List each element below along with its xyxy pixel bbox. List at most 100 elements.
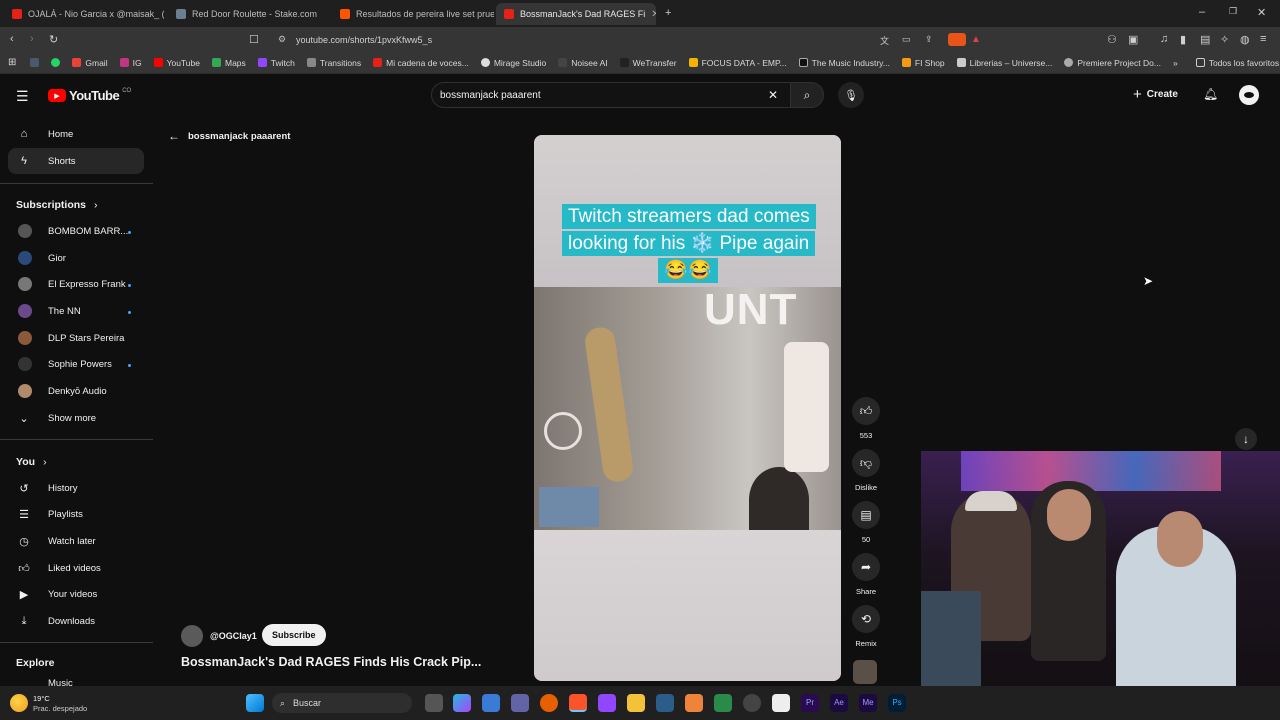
arrow-left-icon[interactable]: ← xyxy=(168,129,180,143)
bookmark-whatsapp[interactable] xyxy=(51,58,61,67)
subscribe-button[interactable]: Subscribe xyxy=(262,624,326,646)
leo-ai-icon[interactable]: ✧ xyxy=(1220,33,1229,46)
bookmark-maps[interactable]: Maps xyxy=(211,58,246,68)
remix-button[interactable]: ⟲ Remix xyxy=(851,605,881,648)
bookmark-transitions[interactable]: Transitions xyxy=(306,58,361,68)
channel-avatar[interactable] xyxy=(181,625,203,647)
bookmark-voces[interactable]: Mi cadena de voces... xyxy=(373,58,469,68)
bookmark-fishop[interactable]: FI Shop xyxy=(901,58,945,68)
channel-name[interactable]: @OGClay1 xyxy=(210,631,257,641)
create-button[interactable]: + Create xyxy=(1133,86,1178,103)
brave-shield-icon[interactable] xyxy=(948,33,966,46)
windows-start-icon[interactable] xyxy=(246,694,264,712)
share-button[interactable]: ➦ Share xyxy=(851,553,881,596)
minimize-icon[interactable]: – xyxy=(1199,6,1205,18)
extensions-icon[interactable]: ⚇ xyxy=(1107,33,1117,46)
new-tab-icon[interactable]: + xyxy=(665,7,671,19)
tab-active-short[interactable]: BossmanJack's Dad RAGES Fi ✕ xyxy=(496,3,656,25)
media-icon[interactable]: ▣ xyxy=(1128,33,1138,46)
bookmark-focus[interactable]: FOCUS DATA - EMP... xyxy=(688,58,787,68)
sidebar-item-playlists[interactable]: ☰ Playlists xyxy=(8,501,144,527)
hamburger-menu-icon[interactable]: ☰ xyxy=(16,88,29,105)
media-encoder-icon[interactable]: Me xyxy=(859,694,877,712)
sidebar-item-shorts[interactable]: ϟ Shorts xyxy=(8,148,144,174)
avatar[interactable] xyxy=(1239,85,1259,105)
close-window-icon[interactable]: ✕ xyxy=(1257,6,1266,19)
sidebar-item-music[interactable]: Music xyxy=(8,674,144,686)
comments-button[interactable]: ▤ 50 xyxy=(851,501,881,544)
sidebar-sub-denkyo[interactable]: Denkyō Audio xyxy=(8,378,144,404)
vpn-icon[interactable]: ◍ xyxy=(1240,33,1250,46)
capcut-icon[interactable] xyxy=(772,694,790,712)
all-bookmarks[interactable]: Todos los favoritos xyxy=(1195,58,1279,68)
music-icon[interactable]: ♫ xyxy=(1160,33,1168,45)
teams-icon[interactable] xyxy=(511,694,529,712)
copilot-icon[interactable] xyxy=(453,694,471,712)
apps-grid-icon[interactable]: ⊞ xyxy=(8,57,16,68)
twitch-taskbar-icon[interactable] xyxy=(598,694,616,712)
short-title[interactable]: BossmanJack's Dad RAGES Finds His Crack … xyxy=(181,655,481,669)
next-short-button[interactable]: ↓ xyxy=(1235,428,1257,450)
taskbar-search[interactable]: ⌕ Buscar xyxy=(272,693,412,713)
bookmark-ig[interactable]: IG xyxy=(119,58,142,68)
bookmark-wetransfer[interactable]: WeTransfer xyxy=(619,58,677,68)
bookmark-music-industry[interactable]: The Music Industry... xyxy=(798,58,890,68)
sidebar-item-home[interactable]: ⌂ Home xyxy=(8,121,144,147)
show-more-button[interactable]: ⌄ Show more xyxy=(8,405,144,431)
bookmark-librerias[interactable]: Librerias – Universe... xyxy=(956,58,1052,68)
subscriptions-heading[interactable]: Subscriptions › xyxy=(16,199,98,211)
app-icon[interactable] xyxy=(714,694,732,712)
store-icon[interactable] xyxy=(482,694,500,712)
bookmark-gmail[interactable]: Gmail xyxy=(72,58,108,68)
notifications-bell-icon[interactable]: 🔔︎ xyxy=(1203,87,1218,101)
more-bookmarks-chevron-icon[interactable]: » xyxy=(1173,58,1178,68)
task-view-icon[interactable] xyxy=(425,694,443,712)
back-nav-icon[interactable]: ‹ xyxy=(10,33,14,45)
app-icon[interactable] xyxy=(685,694,703,712)
site-settings-icon[interactable]: ⚙ xyxy=(278,34,286,45)
sidebar-sub-sophie[interactable]: Sophie Powers xyxy=(8,351,144,377)
firefox-icon[interactable] xyxy=(540,694,558,712)
bookmark-page-icon[interactable]: ☐ xyxy=(249,33,259,46)
bookmark-mirage[interactable]: Mirage Studio xyxy=(480,58,546,68)
bookmark-noisee[interactable]: Noisee AI xyxy=(558,58,608,68)
short-video-player[interactable]: UNT Twitch streamers dad comes looking f… xyxy=(534,135,841,681)
share-page-icon[interactable]: ⇪ xyxy=(925,34,933,45)
close-tab-icon[interactable]: ✕ xyxy=(651,9,656,20)
clear-search-icon[interactable]: ✕ xyxy=(768,88,778,102)
premiere-icon[interactable]: Pr xyxy=(801,694,819,712)
like-button[interactable]: 👍︎ 553 xyxy=(851,397,881,440)
sidebar-sub-dlp[interactable]: DLP Stars Pereira xyxy=(8,325,144,351)
bookmark-premiere[interactable]: Premiere Project Do... xyxy=(1064,58,1161,68)
forward-nav-icon[interactable]: › xyxy=(30,33,34,45)
bookmark-stake[interactable] xyxy=(30,58,40,67)
dislike-button[interactable]: 👎︎ Dislike xyxy=(851,449,881,492)
tab-soundcloud[interactable]: Resultados de pereira live set prueba xyxy=(332,3,494,25)
search-box[interactable]: bossmanjack paaarent ✕ xyxy=(431,82,791,108)
maximize-icon[interactable]: ❐ xyxy=(1229,6,1237,17)
sidebar-item-watch-later[interactable]: ◷ Watch later xyxy=(8,528,144,554)
sidebar-item-your-videos[interactable]: ▶ Your videos xyxy=(8,581,144,607)
translate-icon[interactable]: 文 xyxy=(880,34,889,47)
app-icon[interactable] xyxy=(656,694,674,712)
sidebar-sub-bombom[interactable]: BOMBOM BARR... xyxy=(8,218,144,244)
sound-thumbnail[interactable] xyxy=(853,660,877,684)
sidebar-item-history[interactable]: ↺ History xyxy=(8,475,144,501)
search-input[interactable]: bossmanjack paaarent xyxy=(440,90,541,101)
back-to-search[interactable]: ← bossmanjack paaarent xyxy=(168,129,290,143)
voice-search-button[interactable]: 🎙 xyxy=(838,82,864,108)
app-icon[interactable] xyxy=(743,694,761,712)
you-heading[interactable]: You › xyxy=(16,456,47,468)
brave-rewards-icon[interactable]: ▲ xyxy=(971,34,981,45)
weather-sun-icon[interactable] xyxy=(10,694,28,712)
tab-ojala[interactable]: OJALÁ - Nio Garcia x @maisak_ (Vid xyxy=(4,3,164,25)
reload-icon[interactable]: ↻ xyxy=(49,33,58,46)
cast-icon[interactable]: ▭ xyxy=(902,34,911,45)
after-effects-icon[interactable]: Ae xyxy=(830,694,848,712)
bookmark-youtube[interactable]: YouTube xyxy=(153,58,200,68)
sidebar-item-liked[interactable]: 👍︎ Liked videos xyxy=(8,555,144,581)
sidebar-toggle-icon[interactable]: ▮ xyxy=(1180,33,1186,46)
sidebar-sub-gior[interactable]: Gior xyxy=(8,245,144,271)
photoshop-icon[interactable]: Ps xyxy=(888,694,906,712)
file-explorer-icon[interactable] xyxy=(627,694,645,712)
